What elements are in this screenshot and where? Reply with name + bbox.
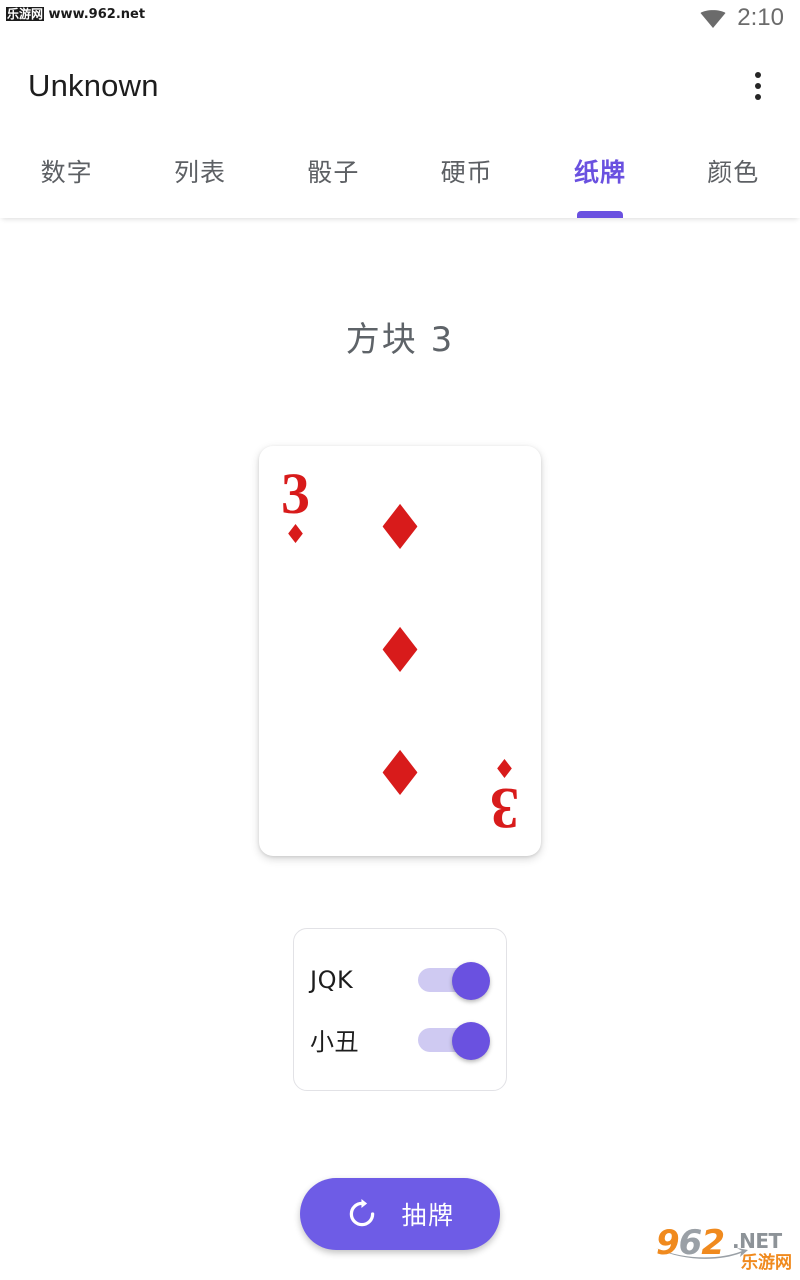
- card-corner-bottom-right: 3 ♦: [490, 751, 519, 841]
- toggle-thumb: [452, 961, 490, 1000]
- more-vertical-icon[interactable]: [738, 62, 778, 110]
- diamond-suit-icon: ♦: [372, 737, 428, 810]
- diamond-suit-icon: ♦: [492, 751, 517, 782]
- app-bar: Unknown: [0, 36, 800, 136]
- tab-numbers[interactable]: 数字: [0, 136, 133, 218]
- toggle-joker[interactable]: [418, 1021, 490, 1060]
- status-bar-right: 2:10: [699, 0, 784, 36]
- status-bar: 乐游网 www.962.net 2:10: [0, 0, 800, 36]
- result-title: 方块 3: [345, 320, 455, 360]
- card-rank: 3: [281, 461, 310, 526]
- tab-cards[interactable]: 纸牌: [533, 136, 666, 218]
- options-panel: JQK 小丑: [293, 928, 507, 1091]
- watermark-top-left: 乐游网 www.962.net: [6, 5, 145, 22]
- tab-coin[interactable]: 硬币: [400, 136, 533, 218]
- wifi-icon: [700, 10, 726, 28]
- refresh-icon: [350, 1198, 375, 1227]
- tab-label: 骰子: [307, 158, 360, 187]
- tab-active-indicator: [576, 211, 623, 218]
- tab-colors[interactable]: 颜色: [667, 136, 800, 218]
- tab-list[interactable]: 列表: [133, 136, 266, 218]
- toggle-jqk[interactable]: [418, 961, 490, 1000]
- status-bar-clock: 2:10: [737, 4, 784, 31]
- tab-bar: 数字 列表 骰子 硬币 纸牌 颜色: [0, 136, 800, 218]
- main-content: 方块 3 3 ♦ ♦ ♦ ♦ 3 ♦ JQK 小丑 抽牌: [0, 218, 800, 1280]
- diamond-suit-icon: ♦: [372, 491, 428, 564]
- watermark-top-left-url: www.962.net: [48, 7, 146, 22]
- option-row-jqk[interactable]: JQK: [310, 957, 490, 1003]
- more-dot: [755, 83, 761, 89]
- toggle-thumb: [452, 1021, 490, 1060]
- watermark-top-left-cn: 乐游网: [6, 7, 45, 21]
- option-label: JQK: [310, 965, 354, 994]
- diamond-suit-icon: ♦: [372, 614, 428, 687]
- option-row-joker[interactable]: 小丑: [310, 1017, 490, 1063]
- app-title: Unknown: [28, 68, 159, 103]
- more-dot: [755, 94, 761, 100]
- tab-label: 数字: [40, 158, 93, 187]
- diamond-suit-icon: ♦: [283, 520, 308, 551]
- playing-card: 3 ♦ ♦ ♦ ♦ 3 ♦: [259, 446, 541, 856]
- card-corner-top-left: 3 ♦: [281, 461, 310, 551]
- option-label: 小丑: [310, 1028, 359, 1056]
- card-rank: 3: [490, 776, 519, 841]
- tab-label: 列表: [173, 158, 226, 187]
- draw-card-button[interactable]: 抽牌: [300, 1178, 500, 1250]
- tab-label: 纸牌: [573, 158, 626, 187]
- more-dot: [755, 72, 761, 78]
- tab-label: 硬币: [440, 158, 493, 187]
- tab-dice[interactable]: 骰子: [267, 136, 400, 218]
- draw-card-label: 抽牌: [401, 1201, 455, 1230]
- tab-label: 颜色: [707, 158, 760, 187]
